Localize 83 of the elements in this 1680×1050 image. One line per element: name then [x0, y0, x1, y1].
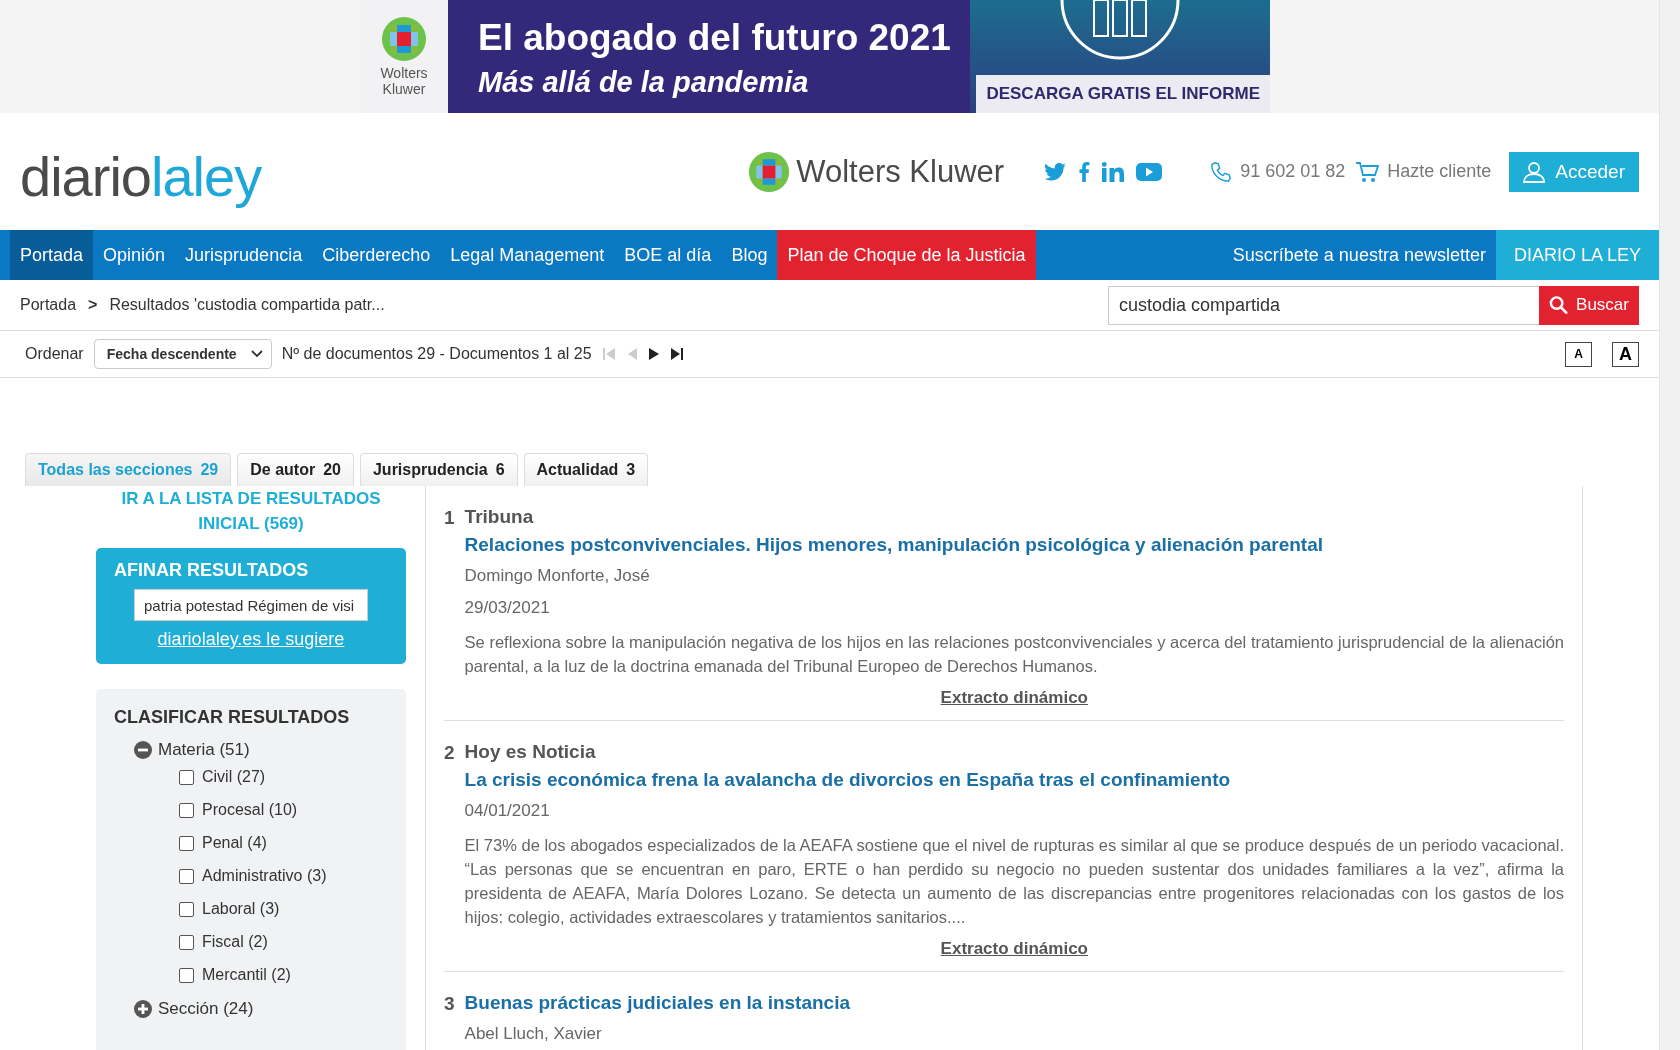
youtube-play-icon[interactable] [1136, 162, 1163, 181]
facet-label[interactable]: Civil (27) [202, 768, 266, 786]
twitter-bird-icon[interactable] [1044, 162, 1067, 181]
decrease-font-button[interactable]: A [1565, 341, 1592, 367]
customer-link[interactable]: Hazte cliente [1355, 160, 1492, 183]
binders-icon [1060, 0, 1180, 60]
facet-label[interactable]: Materia (51) [158, 740, 250, 760]
chevron-down-icon [250, 350, 263, 358]
brand-logo-icon [748, 150, 791, 193]
section-tab[interactable]: Jurisprudencia 6 [359, 453, 518, 486]
search-icon [1549, 295, 1569, 315]
breadcrumb-item[interactable]: Portada [20, 296, 77, 314]
result-title-link[interactable]: La crisis económica frena la avalancha de divorcios en España tras el confinamiento [464, 769, 1564, 791]
result-author: Abel Lluch, Xavier [464, 1024, 603, 1044]
result-summary: El 73% de los abogados especializados de la AEAFA sostiene que el nivel de rupturas es similar al que se produce después de un periodo vacacional. “Las personas que se encuentran en paro, ERTE o han perdido su negocio no pueden sustentar dos unidades familiares a la vez”, afirma la presidenta de AEAFA, María Dolores Lozano. Se detecta un aumento de las discrepancias entre progenitores relacionadas con los gastos de los hijos: colegio, actividades extraescolares y tratamientos sanitarios.... [464, 835, 1564, 928]
panel-title: CLASIFICAR RESULTADOS [114, 707, 351, 728]
cart-icon [1355, 160, 1380, 183]
checkbox[interactable] [179, 901, 194, 917]
search-field[interactable]: custodia compartida [1108, 285, 1539, 325]
nav-link[interactable]: BOE al día [614, 230, 722, 280]
facet-label[interactable]: Fiscal (2) [202, 933, 268, 951]
first-page-icon [601, 347, 616, 361]
newsletter-link[interactable]: Suscríbete a nuestra newsletter [1222, 230, 1496, 280]
result-date: 04/01/2021 [464, 801, 551, 821]
phone-number: 91 602 01 82 [1240, 161, 1346, 182]
nav-link[interactable]: Legal Management [440, 230, 615, 280]
brand-name: Wolters Kluwer [796, 153, 1005, 190]
result-summary: Se reflexiona sobre la manipulación negativa de los hijos en las relaciones postconvivenciales y acerca del tratamiento jurisprudencial de la alienación parental, a la luz de la doctrina emanada del Tribunal Europeo de Derechos Humanos. [464, 632, 1564, 677]
result-number: 2 [444, 742, 455, 765]
logo-text: Wolters Kluwer [379, 66, 429, 97]
section-tab[interactable]: Actualidad 3 [523, 453, 649, 486]
ad-banner[interactable]: Wolters Kluwer El abogado del futuro 2021 Más allá de la pandemia DESCARGA GRATIS EL INFORME [360, 0, 1270, 113]
result-title-link[interactable]: Relaciones postconvivenciales. Hijos menores, manipulación psicológica y alienación parental [464, 534, 1564, 556]
banner-subtitle: Más allá de la pandemia [478, 66, 810, 99]
nav-link[interactable]: Opinión [93, 230, 176, 280]
result-author: Domingo Monforte, José [464, 566, 651, 586]
next-page-icon[interactable] [647, 347, 660, 361]
facet-label[interactable]: Sección (24) [158, 999, 254, 1019]
nav-link[interactable]: Plan de Choque de la Justicia [777, 230, 1036, 280]
breadcrumb-separator: > [88, 296, 98, 314]
facet-label[interactable]: Penal (4) [202, 834, 267, 852]
result-section: Hoy es Noticia [464, 741, 1564, 763]
logo-icon [381, 16, 427, 63]
checkbox[interactable] [179, 835, 194, 851]
extract-link[interactable]: Extracto dinámico [940, 688, 1088, 707]
result-section: Tribuna [464, 506, 1564, 528]
checkbox[interactable] [179, 868, 194, 884]
last-page-icon[interactable] [669, 347, 684, 361]
facet-label[interactable]: Laboral (3) [202, 900, 280, 918]
facebook-f-icon[interactable] [1078, 161, 1091, 182]
result-title-link[interactable]: Buenas prácticas judiciales en la instancia [464, 992, 1564, 1014]
checkbox[interactable] [179, 934, 194, 950]
sort-dropdown[interactable]: Fecha descendente [93, 339, 272, 369]
result-number: 3 [444, 993, 455, 1016]
checkbox[interactable] [179, 769, 194, 785]
user-icon [1523, 160, 1546, 183]
breadcrumb-item: Resultados 'custodia compartida patr... [109, 296, 385, 314]
extract-link[interactable]: Extracto dinámico [940, 939, 1088, 958]
document-count: Nº de documentos 29 - Documentos 1 al 25 [281, 345, 592, 363]
expand-icon[interactable] [134, 1000, 152, 1018]
nav-link[interactable]: Jurisprudencia [175, 230, 313, 280]
section-tab[interactable]: De autor 20 [237, 453, 354, 486]
facet-label[interactable]: Mercantil (2) [202, 966, 291, 984]
linkedin-in-icon[interactable] [1102, 161, 1125, 182]
download-button[interactable]: DESCARGA GRATIS EL INFORME [976, 75, 1270, 113]
search-button[interactable]: Buscar [1539, 285, 1639, 325]
checkbox[interactable] [179, 802, 194, 818]
nav-link[interactable]: Blog [721, 230, 778, 280]
banner-title: El abogado del futuro 2021 [478, 16, 952, 60]
facet-label[interactable]: Procesal (10) [202, 801, 298, 819]
site-logo[interactable]: diariolaley [20, 144, 262, 209]
nav-link[interactable]: Portada [10, 230, 94, 280]
checkbox[interactable] [179, 967, 194, 983]
panel-title: AFINAR RESULTADOS [114, 560, 309, 581]
sort-label: Ordenar [25, 345, 84, 363]
facet-label[interactable]: Administrativo (3) [202, 867, 327, 885]
collapse-icon[interactable] [134, 741, 152, 759]
phone-icon [1210, 160, 1233, 183]
result-date: 29/03/2021 [464, 598, 551, 618]
increase-font-button[interactable]: A [1612, 341, 1639, 367]
refine-field[interactable]: patria potestad Régimen de visi [134, 589, 368, 621]
nav-link[interactable]: Ciberderecho [312, 230, 441, 280]
result-number: 1 [444, 507, 455, 530]
